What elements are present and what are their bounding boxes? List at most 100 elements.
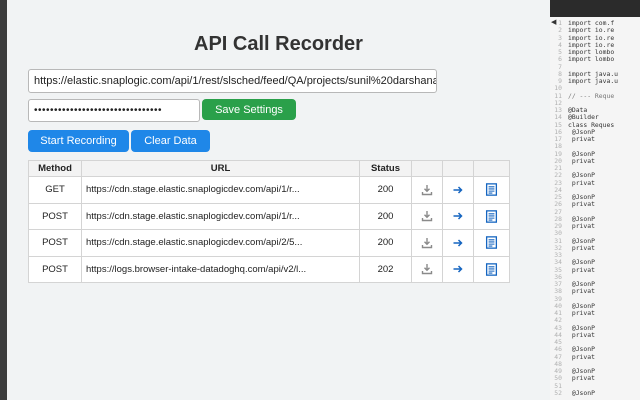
document-icon	[485, 262, 498, 276]
line-number: 52	[554, 389, 562, 397]
status-cell: 200	[359, 229, 412, 257]
code-line: 52 @JsonP	[550, 390, 640, 397]
code-line: 5 import lombo	[550, 49, 640, 56]
download-button[interactable]	[411, 176, 443, 204]
download-button[interactable]	[411, 255, 443, 283]
api-calls-table: Method URL Status GET https://cdn.stage.e…	[28, 160, 510, 283]
view-details-button[interactable]	[473, 176, 510, 204]
code-line: 1 import com.f	[550, 20, 640, 27]
code-line: 50 privat	[550, 375, 640, 382]
open-request-button[interactable]	[442, 229, 474, 257]
line-number: 10	[554, 85, 562, 93]
url-input[interactable]: https://elastic.snaplogic.com/api/1/rest…	[28, 69, 437, 93]
code-line: 32 privat	[550, 245, 640, 252]
code-line: 30	[550, 230, 640, 237]
line-number: 30	[554, 230, 562, 238]
code-line: 13 @Data	[550, 107, 640, 114]
download-button[interactable]	[411, 229, 443, 257]
code-text: import lombo	[568, 56, 615, 64]
api-key-input[interactable]: ••••••••••••••••••••••••••••••••	[28, 99, 200, 122]
code-text: import io.re	[568, 27, 615, 35]
method-cell: GET	[28, 176, 82, 204]
code-line: 3 import io.re	[550, 35, 640, 42]
code-text: @JsonP	[568, 389, 595, 397]
line-number: 9	[558, 78, 562, 85]
view-details-button[interactable]	[473, 202, 510, 230]
code-text: privat	[568, 244, 595, 252]
arrow-right-icon	[452, 264, 464, 275]
code-text: @JsonP	[568, 150, 595, 158]
method-cell: POST	[28, 255, 82, 283]
column-header-download	[411, 160, 443, 177]
line-number: 3	[558, 34, 562, 42]
line-number: 43	[554, 324, 562, 332]
line-number: 8	[558, 70, 562, 78]
line-number: 14	[554, 114, 562, 122]
left-window-strip	[0, 0, 7, 400]
code-text: @Builder	[568, 114, 599, 122]
open-request-button[interactable]	[442, 255, 474, 283]
download-button[interactable]	[411, 202, 443, 230]
line-number: 5	[558, 49, 562, 56]
view-details-button[interactable]	[473, 229, 510, 257]
line-number: 4	[558, 41, 562, 49]
column-header-open	[442, 160, 474, 177]
code-text: // --- Reque	[568, 92, 615, 100]
code-line: 41 privat	[550, 310, 640, 317]
code-line: 34 @JsonP	[550, 259, 640, 266]
code-text: import lombo	[568, 49, 615, 56]
start-recording-button[interactable]: Start Recording	[28, 130, 129, 152]
column-header-details	[473, 160, 510, 177]
document-icon	[485, 209, 498, 223]
code-text: privat	[568, 201, 595, 209]
code-line: 42	[550, 317, 640, 324]
code-text: @JsonP	[568, 194, 595, 201]
arrow-right-icon	[452, 211, 464, 222]
open-request-button[interactable]	[442, 202, 474, 230]
code-text: import java.u	[568, 70, 619, 78]
code-text: privat	[568, 223, 595, 230]
open-request-button[interactable]	[442, 176, 474, 204]
code-line: 9 import java.u	[550, 78, 640, 85]
code-line: 20 privat	[550, 158, 640, 165]
line-number: 16	[554, 128, 562, 136]
code-text: import com.f	[568, 20, 615, 27]
code-text: @JsonP	[568, 259, 595, 267]
line-number: 27	[554, 208, 562, 216]
line-number: 6	[558, 56, 562, 64]
line-number: 47	[554, 353, 562, 361]
code-text: @JsonP	[568, 368, 595, 375]
url-cell: https://cdn.stage.elastic.snaplogicdev.c…	[81, 176, 360, 204]
line-number: 48	[554, 360, 562, 368]
table-row: POST https://cdn.stage.elastic.snaplogicd…	[28, 229, 510, 257]
line-number: 26	[554, 201, 562, 209]
line-number: 1	[558, 20, 562, 27]
code-line: 51	[550, 383, 640, 390]
code-line: 25 @JsonP	[550, 194, 640, 201]
line-number: 11	[554, 92, 562, 100]
url-cell: https://cdn.stage.elastic.snaplogicdev.c…	[81, 229, 360, 257]
code-text: privat	[568, 157, 595, 165]
code-text: @JsonP	[568, 346, 595, 354]
code-text: @JsonP	[568, 302, 595, 310]
save-settings-button[interactable]: Save Settings	[202, 99, 296, 120]
line-number: 39	[554, 295, 562, 303]
code-line: 24	[550, 187, 640, 194]
code-line: 48	[550, 361, 640, 368]
code-line: 2 import io.re	[550, 27, 640, 34]
line-number: 25	[554, 194, 562, 201]
line-number: 41	[554, 310, 562, 317]
view-details-button[interactable]	[473, 255, 510, 283]
code-line: 11 // --- Reque	[550, 93, 640, 100]
code-line: 37 @JsonP	[550, 281, 640, 288]
line-number: 40	[554, 302, 562, 310]
clear-data-button[interactable]: Clear Data	[131, 130, 210, 152]
code-line: 36	[550, 274, 640, 281]
code-line: 18	[550, 143, 640, 150]
line-number: 42	[554, 317, 562, 325]
code-line: 44 privat	[550, 332, 640, 339]
code-text: privat	[568, 288, 595, 296]
code-text: privat	[568, 266, 595, 274]
line-number: 37	[554, 281, 562, 288]
line-number: 18	[554, 143, 562, 151]
